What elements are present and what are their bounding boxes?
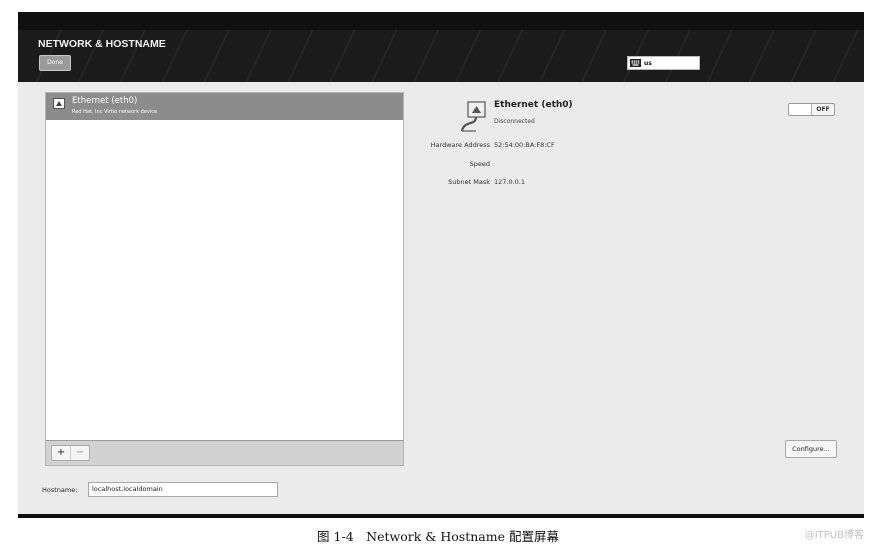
- device-status: Disconnected: [494, 118, 535, 125]
- hostname-label: Hostname:: [42, 486, 78, 494]
- keyboard-layout-label: us: [644, 59, 652, 67]
- remove-device-button[interactable]: −: [70, 446, 89, 460]
- configure-button[interactable]: Configure...: [785, 440, 837, 458]
- subnet-mask-label: Subnet Mask: [448, 178, 490, 186]
- hardware-address-label: Hardware Address: [430, 141, 490, 149]
- device-item-eth0[interactable]: Ethernet (eth0) Red Hat, Inc Virtio netw…: [46, 93, 403, 120]
- keyboard-icon: [630, 59, 641, 67]
- connection-toggle[interactable]: OFF: [788, 103, 835, 116]
- main-content: Ethernet (eth0) Red Hat, Inc Virtio netw…: [18, 82, 864, 514]
- keyboard-layout-indicator[interactable]: us: [627, 56, 700, 70]
- device-detail-name: Ethernet (eth0): [494, 100, 573, 110]
- watermark: @ITPUB博客: [804, 530, 864, 541]
- subnet-mask-value: 127.0.0.1: [494, 178, 526, 186]
- hardware-address-value: 52:54:00:BA:F8:CF: [494, 141, 555, 149]
- done-button[interactable]: Done: [39, 55, 71, 71]
- device-item-name: Ethernet (eth0): [72, 96, 138, 106]
- add-device-button[interactable]: +: [52, 446, 70, 460]
- hostname-input[interactable]: localhost.localdomain: [88, 482, 278, 497]
- add-remove-button-group: + −: [51, 445, 90, 461]
- device-list: Ethernet (eth0) Red Hat, Inc Virtio netw…: [45, 92, 404, 442]
- page-title: NETWORK & HOSTNAME: [38, 38, 166, 50]
- device-item-description: Red Hat, Inc Virtio network device: [72, 109, 158, 115]
- ethernet-cable-icon: [460, 101, 486, 132]
- installer-screen: NETWORK & HOSTNAME Done us Ethernet (eth…: [18, 12, 864, 518]
- device-list-toolbar: + −: [45, 440, 404, 466]
- figure-caption: 图 1-4 Network & Hostname 配置屏幕: [317, 529, 559, 544]
- toggle-state-label: OFF: [816, 106, 830, 113]
- speed-label: Speed: [469, 160, 490, 168]
- ethernet-icon: [53, 98, 65, 109]
- header-bar: NETWORK & HOSTNAME Done us: [18, 30, 864, 90]
- toggle-knob: [789, 104, 812, 115]
